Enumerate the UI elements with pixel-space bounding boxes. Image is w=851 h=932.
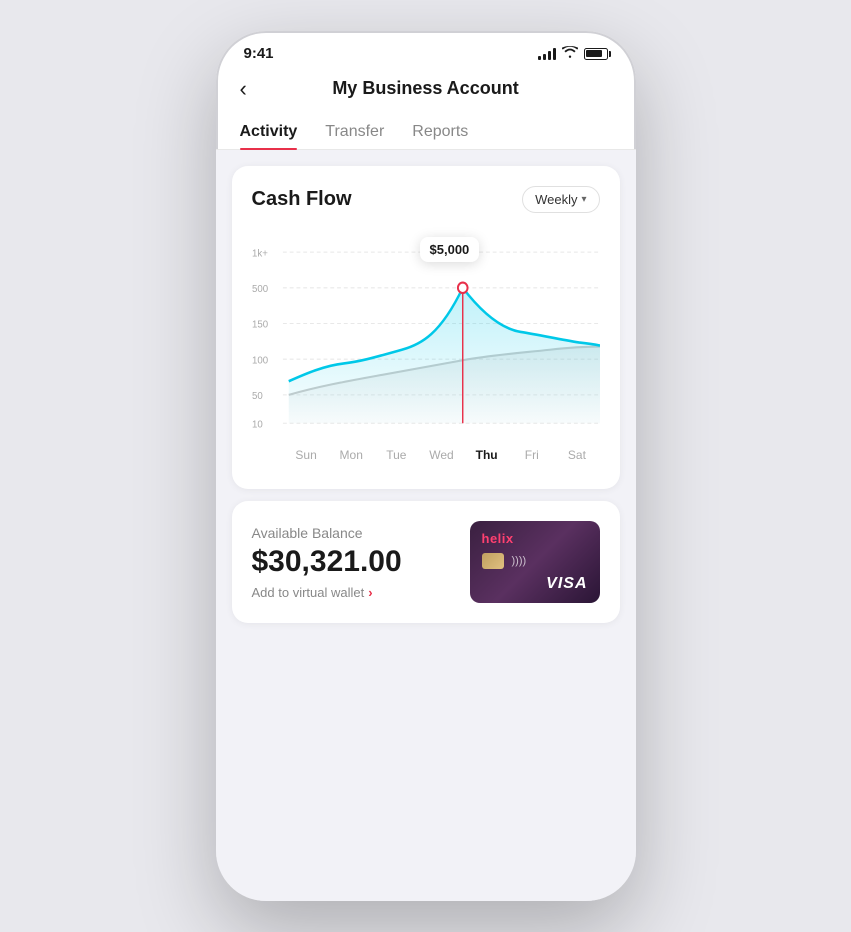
svg-text:500: 500 bbox=[252, 284, 268, 295]
balance-amount: $30,321.00 bbox=[252, 545, 402, 579]
card-chip-row: )))) bbox=[482, 553, 588, 569]
add-wallet-text: Add to virtual wallet bbox=[252, 585, 365, 600]
chart-container: $5,000 1k+ 500 150 100 50 10 bbox=[252, 229, 600, 469]
svg-text:50: 50 bbox=[252, 391, 263, 402]
tabs-bar: Activity Transfer Reports bbox=[216, 115, 636, 150]
card-visa-label: VISA bbox=[482, 575, 588, 593]
battery-icon bbox=[584, 48, 608, 60]
x-label-wed: Wed bbox=[419, 448, 464, 462]
arrow-right-icon: › bbox=[368, 585, 372, 600]
content-area: Cash Flow Weekly ▾ $5,000 bbox=[216, 150, 636, 901]
cash-flow-title: Cash Flow bbox=[252, 188, 352, 211]
status-icons bbox=[538, 46, 608, 61]
balance-label: Available Balance bbox=[252, 525, 402, 541]
status-time: 9:41 bbox=[244, 45, 274, 62]
period-label: Weekly bbox=[535, 192, 577, 207]
x-label-sat: Sat bbox=[554, 448, 599, 462]
page-title: My Business Account bbox=[332, 78, 518, 99]
x-axis-labels: Sun Mon Tue Wed Thu Fri Sat bbox=[252, 444, 600, 462]
wifi-icon bbox=[562, 46, 578, 61]
x-label-thu: Thu bbox=[464, 448, 509, 462]
add-wallet-link[interactable]: Add to virtual wallet › bbox=[252, 585, 402, 600]
chevron-down-icon: ▾ bbox=[581, 194, 586, 205]
period-selector[interactable]: Weekly ▾ bbox=[522, 186, 599, 213]
balance-info: Available Balance $30,321.00 Add to virt… bbox=[252, 525, 402, 600]
card-chip-icon bbox=[482, 553, 504, 569]
signal-icon bbox=[538, 48, 556, 60]
svg-text:10: 10 bbox=[252, 419, 263, 430]
cash-flow-header: Cash Flow Weekly ▾ bbox=[252, 186, 600, 213]
cash-flow-card: Cash Flow Weekly ▾ $5,000 bbox=[232, 166, 620, 489]
chart-tooltip: $5,000 bbox=[420, 237, 480, 262]
back-button[interactable]: ‹ bbox=[240, 76, 247, 102]
card-brand: helix bbox=[482, 531, 588, 546]
x-label-mon: Mon bbox=[329, 448, 374, 462]
credit-card: helix )))) VISA bbox=[470, 521, 600, 603]
header: ‹ My Business Account bbox=[216, 70, 636, 115]
x-label-sun: Sun bbox=[284, 448, 329, 462]
tab-activity[interactable]: Activity bbox=[240, 115, 298, 149]
status-bar: 9:41 bbox=[216, 31, 636, 70]
phone-frame: 9:41 ‹ My Business Account bbox=[216, 31, 636, 901]
svg-text:100: 100 bbox=[252, 355, 268, 366]
x-label-tue: Tue bbox=[374, 448, 419, 462]
tab-transfer[interactable]: Transfer bbox=[325, 115, 384, 149]
balance-card: Available Balance $30,321.00 Add to virt… bbox=[232, 501, 620, 623]
svg-text:150: 150 bbox=[252, 319, 268, 330]
x-label-fri: Fri bbox=[509, 448, 554, 462]
tab-reports[interactable]: Reports bbox=[412, 115, 468, 149]
svg-text:1k+: 1k+ bbox=[252, 248, 268, 259]
contactless-icon: )))) bbox=[512, 555, 527, 567]
